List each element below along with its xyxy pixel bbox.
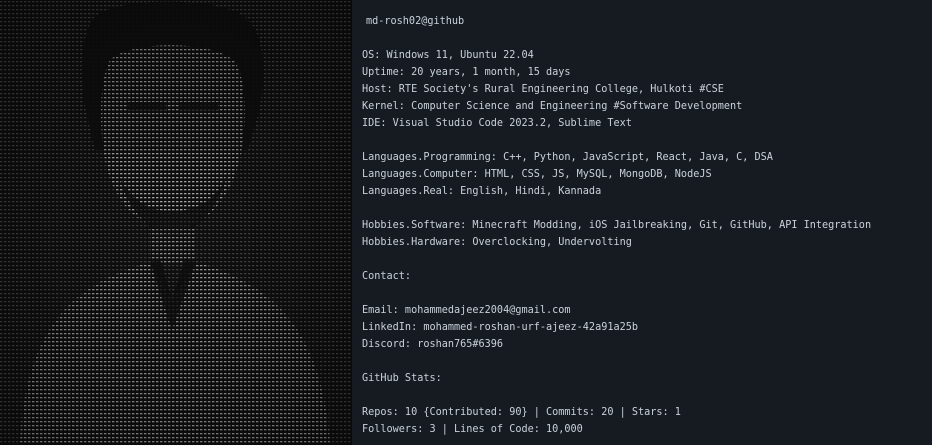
info-line-email: Email: mohammedajeez2004@gmail.com bbox=[362, 305, 571, 316]
info-line-linkedin: LinkedIn: mohammed-roshan-urf-ajeez-42a9… bbox=[362, 322, 639, 333]
info-line-languages-programming: Languages.Programming: C++, Python, Java… bbox=[362, 152, 773, 163]
system-info-panel: md-rosh02@github OS: Windows 11, Ubuntu … bbox=[362, 0, 928, 445]
info-line-discord: Discord: roshan765#6396 bbox=[362, 339, 504, 350]
info-line-host: Host: RTE Society's Rural Engineering Co… bbox=[362, 84, 724, 95]
user-host-header: md-rosh02@github bbox=[366, 16, 465, 27]
section-title-contact: Contact: bbox=[362, 271, 412, 282]
info-line-followers: Followers: 3 | Lines of Code: 10,000 bbox=[362, 424, 583, 435]
section-title-github-stats: GitHub Stats: bbox=[362, 373, 442, 384]
info-line-hobbies-hardware: Hobbies.Hardware: Overclocking, Undervol… bbox=[362, 237, 632, 248]
info-line-languages-real: Languages.Real: English, Hindi, Kannada bbox=[362, 186, 602, 197]
info-line-os: OS: Windows 11, Ubuntu 22.04 bbox=[362, 50, 534, 61]
info-line-hobbies-software: Hobbies.Software: Minecraft Modding, iOS… bbox=[362, 220, 872, 231]
info-line-uptime: Uptime: 20 years, 1 month, 15 days bbox=[362, 67, 571, 78]
info-line-repos: Repos: 10 {Contributed: 90} | Commits: 2… bbox=[362, 407, 681, 418]
ascii-art-portrait bbox=[0, 0, 352, 445]
info-line-languages-computer: Languages.Computer: HTML, CSS, JS, MySQL… bbox=[362, 169, 712, 180]
ascii-portrait-image bbox=[0, 0, 352, 445]
profile-readme-card: md-rosh02@github OS: Windows 11, Ubuntu … bbox=[0, 0, 932, 445]
info-line-kernel: Kernel: Computer Science and Engineering… bbox=[362, 101, 743, 112]
info-line-ide: IDE: Visual Studio Code 2023.2, Sublime … bbox=[362, 118, 632, 129]
